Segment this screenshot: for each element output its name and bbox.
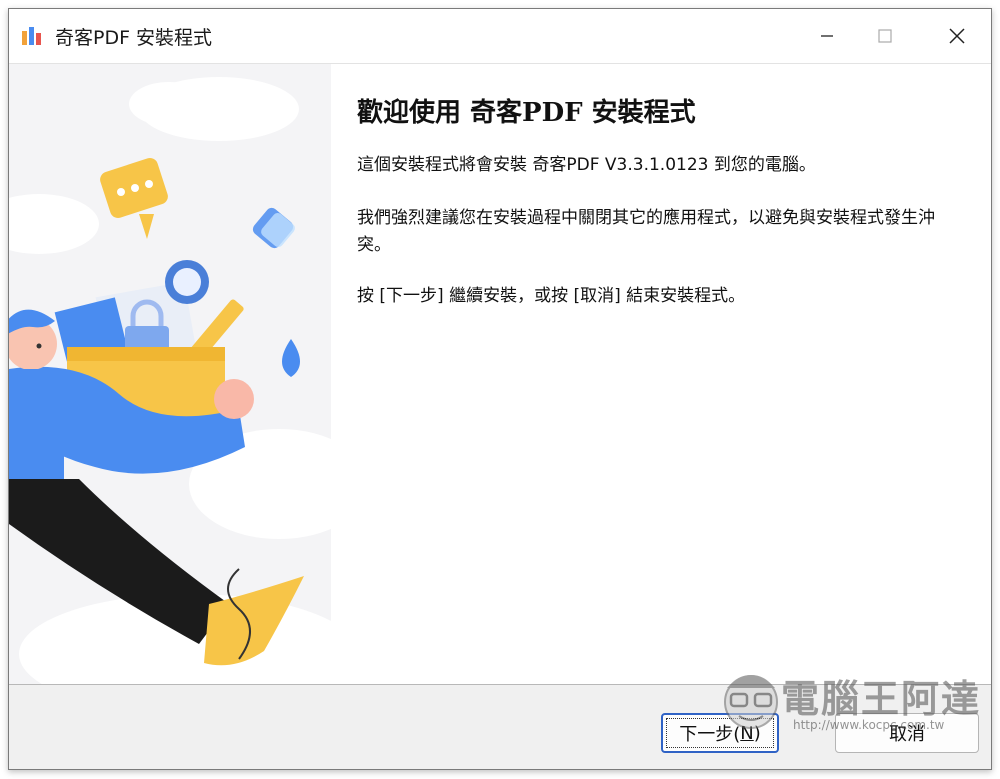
next-button-suffix: ) — [753, 722, 761, 744]
maximize-button[interactable] — [857, 9, 913, 63]
installer-window: 奇客PDF 安裝程式 歡迎使用 奇客PDF 安裝程式 這個安裝程式將會安裝 奇客… — [8, 8, 992, 770]
close-apps-advice-text: 我們強烈建議您在安裝過程中關閉其它的應用程式，以避免與安裝程式發生沖突。 — [357, 208, 935, 255]
next-button-label: 下一步( — [679, 724, 741, 745]
welcome-illustration-panel — [9, 64, 332, 684]
title-bar[interactable]: 奇客PDF 安裝程式 — [9, 9, 991, 64]
minimize-button[interactable] — [799, 9, 855, 63]
install-target-text: 這個安裝程式將會安裝 奇客PDF V3.3.1.0123 到您的電腦。 — [357, 155, 816, 175]
next-button[interactable]: 下一步(N) — [661, 713, 779, 753]
close-button[interactable] — [929, 9, 985, 63]
welcome-illustration — [9, 77, 331, 684]
window-title: 奇客PDF 安裝程式 — [55, 27, 213, 49]
next-button-mnemonic: N — [740, 722, 754, 744]
maximize-icon — [878, 29, 892, 43]
cancel-button[interactable]: 取消 — [835, 713, 979, 753]
welcome-content: 歡迎使用 奇客PDF 安裝程式 這個安裝程式將會安裝 奇客PDF V3.3.1.… — [331, 64, 991, 684]
button-bar: 下一步(N) 取消 — [9, 684, 991, 769]
minimize-icon — [821, 35, 833, 37]
instructions-text: 按 [下一步] 繼續安裝，或按 [取消] 結束安裝程式。 — [357, 286, 746, 306]
qike-pdf-app-icon — [22, 27, 41, 45]
page-title: 歡迎使用 奇客PDF 安裝程式 — [357, 98, 696, 128]
cancel-button-label: 取消 — [889, 724, 925, 745]
chat-bubble-icon — [100, 157, 168, 239]
close-icon — [949, 28, 965, 44]
